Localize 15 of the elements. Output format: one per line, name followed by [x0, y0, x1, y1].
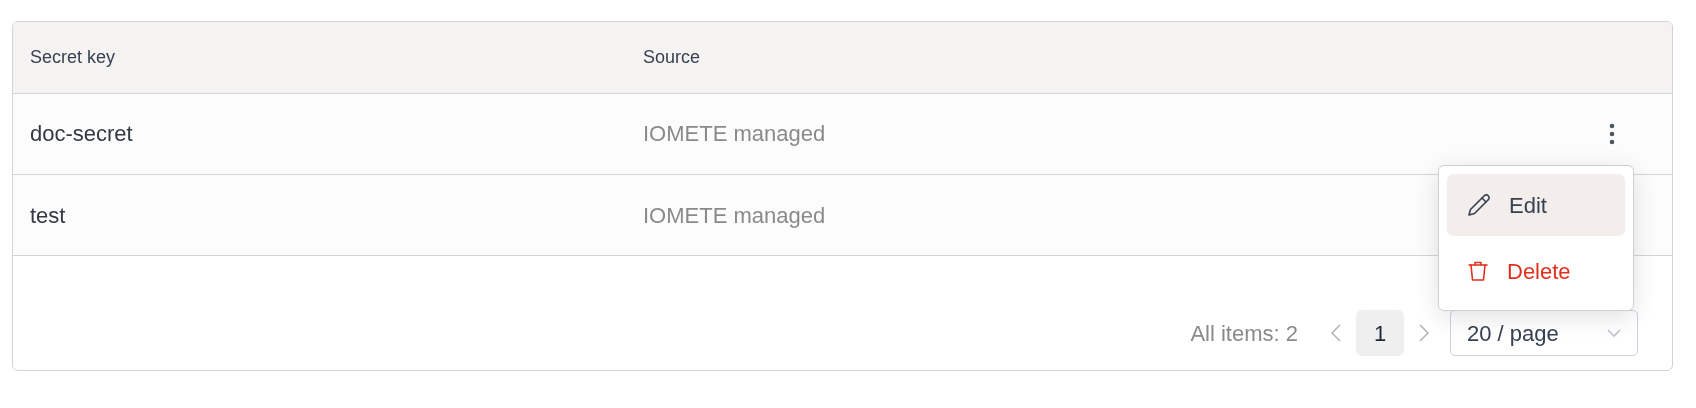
table-cell-text: test	[29, 201, 67, 230]
table-cell-text: IOMETE managed	[643, 201, 826, 230]
page-button[interactable]: 1	[1356, 310, 1404, 357]
more-options-icon[interactable]	[1609, 122, 1615, 145]
table-cell-text: IOMETE managed	[643, 120, 826, 149]
column-header: Secret key	[29, 45, 117, 69]
pencil-icon	[1467, 193, 1491, 217]
column-header: Source	[643, 45, 701, 69]
edit-menu-item[interactable]: Edit	[1447, 174, 1625, 236]
caret-icon	[1607, 328, 1621, 339]
total-items: All items: 2	[1190, 319, 1298, 348]
trash-icon	[1467, 259, 1489, 283]
table-cell-text: doc-secret	[29, 120, 134, 149]
next-page-icon[interactable]	[1418, 323, 1430, 344]
previous-page-icon[interactable]	[1330, 323, 1342, 344]
